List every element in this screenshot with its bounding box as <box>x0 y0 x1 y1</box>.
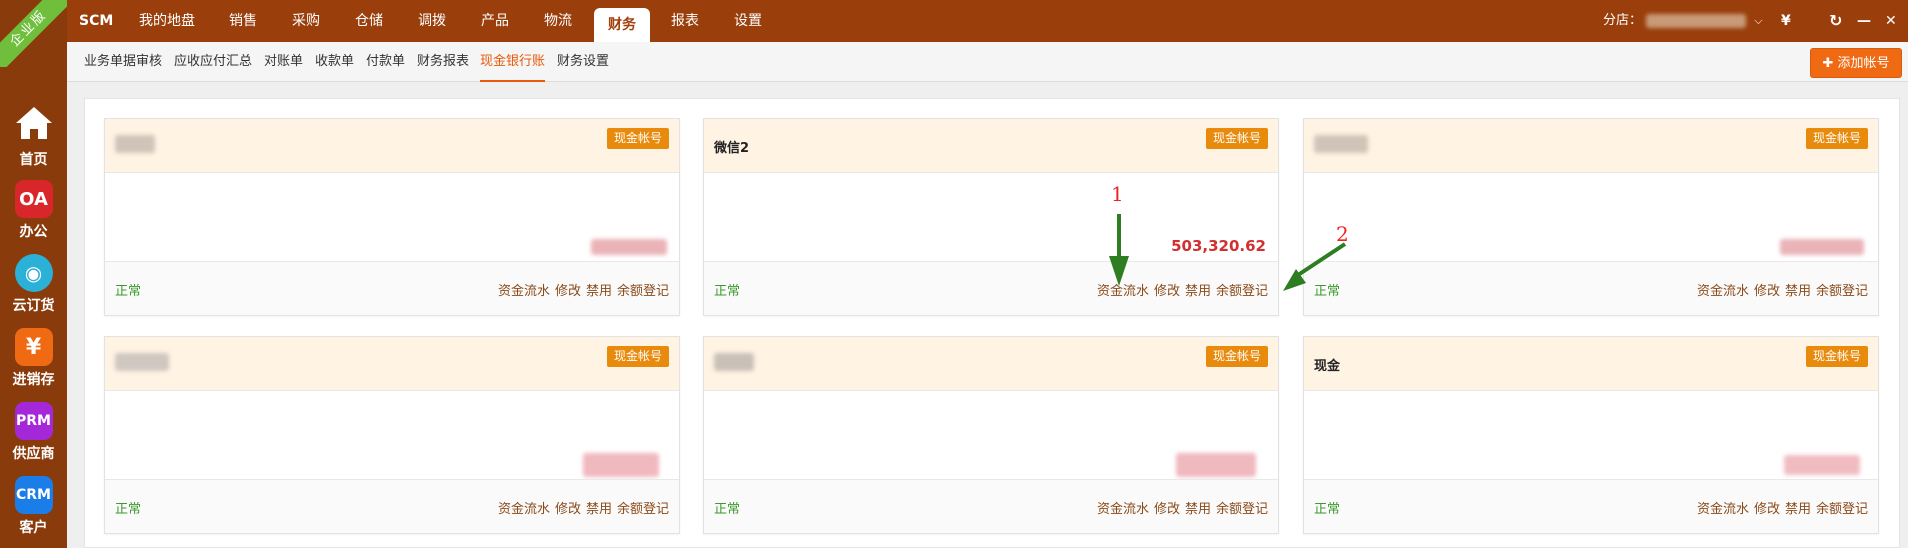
annotation-number-1: 1 <box>1111 182 1124 206</box>
annotation-arrows <box>1109 214 1347 291</box>
arrow-1-head <box>1109 256 1129 286</box>
arrow-2-shaft <box>1293 242 1347 279</box>
annotation-number-2: 2 <box>1336 222 1349 246</box>
